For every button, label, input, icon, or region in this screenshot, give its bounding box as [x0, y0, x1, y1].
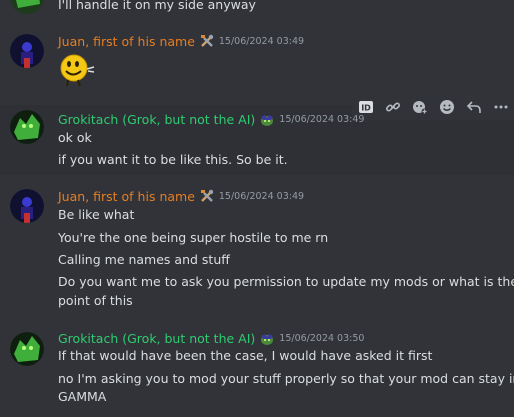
- author-name[interactable]: Grokitach (Grok, but not the AI): [58, 331, 255, 346]
- message-text: Calling me names and stuff: [58, 252, 230, 267]
- message-text: I'll handle it on my side anyway: [58, 0, 256, 12]
- author-name[interactable]: Juan, first of his name: [58, 189, 195, 204]
- message-text: GAMMA: [58, 389, 107, 404]
- message-text: if you want it to be like this. So be it…: [58, 152, 288, 167]
- timestamp[interactable]: 15/06/2024 03:49: [219, 191, 304, 202]
- goblin-emoji-icon: [259, 111, 275, 127]
- avatar[interactable]: [10, 332, 44, 366]
- avatar[interactable]: [10, 189, 44, 223]
- timestamp[interactable]: 15/06/2024 03:49: [219, 36, 304, 47]
- message-text: ok ok: [58, 130, 92, 145]
- grinning-face-sticker[interactable]: [58, 52, 100, 88]
- add-reaction-icon[interactable]: [410, 97, 430, 117]
- avatar[interactable]: [10, 34, 44, 68]
- message-text: Be like what: [58, 207, 135, 222]
- message-text: Do you want me to ask you permission to …: [58, 274, 514, 289]
- goblin-emoji-icon: [259, 330, 275, 346]
- message-text: no I'm asking you to mod your stuff prop…: [58, 371, 514, 386]
- message-text: You're the one being super hostile to me…: [58, 230, 329, 245]
- emoji-icon[interactable]: [437, 97, 457, 117]
- tools-icon: [199, 188, 215, 204]
- author-name[interactable]: Grokitach (Grok, but not the AI): [58, 112, 255, 127]
- tools-icon: [199, 33, 215, 49]
- message-text: point of this: [58, 293, 133, 308]
- message-text: If that would have been the case, I woul…: [58, 348, 433, 363]
- link-icon[interactable]: [383, 97, 403, 117]
- timestamp[interactable]: 15/06/2024 03:50: [279, 333, 364, 344]
- message-toolbar: ID: [352, 94, 514, 120]
- more-icon[interactable]: [491, 97, 511, 117]
- reply-icon[interactable]: [464, 97, 484, 117]
- timestamp[interactable]: 15/06/2024 03:49: [279, 114, 364, 125]
- avatar-partial[interactable]: [10, 0, 44, 14]
- author-name[interactable]: Juan, first of his name: [58, 34, 195, 49]
- avatar[interactable]: [10, 110, 44, 144]
